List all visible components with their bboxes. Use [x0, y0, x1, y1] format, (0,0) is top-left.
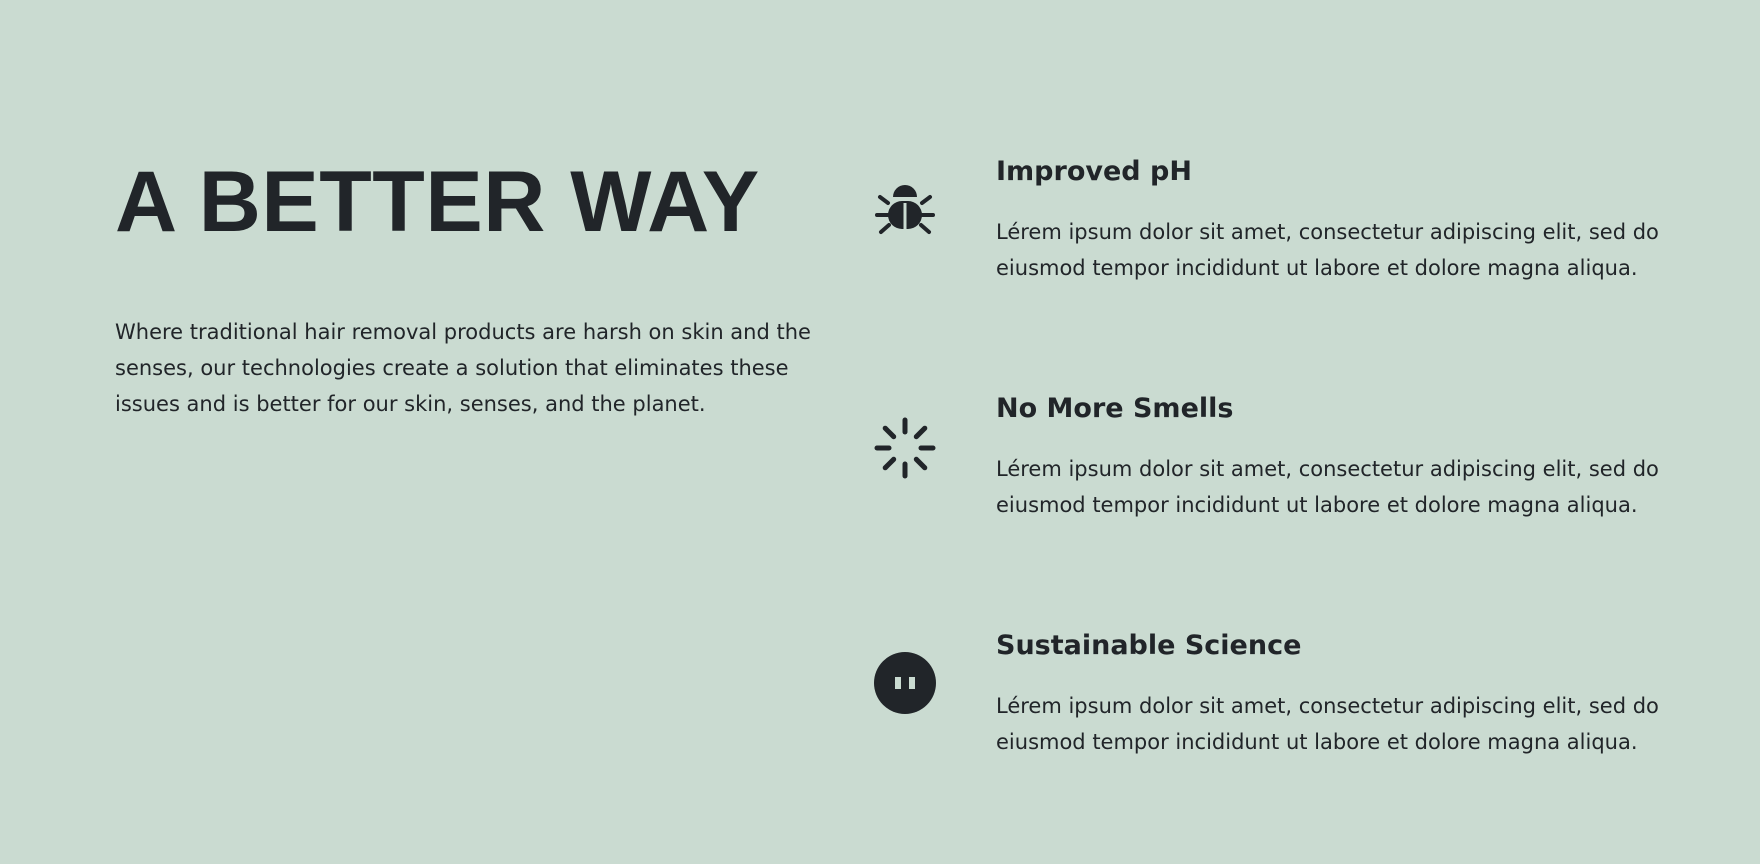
- plug-icon: [873, 651, 937, 715]
- page-title: A BETTER WAY: [115, 154, 760, 250]
- better-way-section: A BETTER WAY Where traditional hair remo…: [0, 0, 1760, 864]
- feature-title: Sustainable Science: [996, 630, 1302, 661]
- bug-icon: [873, 175, 937, 239]
- feature-title: No More Smells: [996, 393, 1234, 424]
- feature-text: Lérem ipsum dolor sit amet, consectetur …: [996, 457, 1659, 517]
- feature-text: Lérem ipsum dolor sit amet, consectetur …: [996, 220, 1659, 280]
- feature-text: Lérem ipsum dolor sit amet, consectetur …: [996, 694, 1659, 754]
- loading-spinner-icon: [873, 416, 937, 480]
- hero-description: Where traditional hair removal products …: [115, 319, 811, 416]
- feature-body: Improved pH Lérem ipsum dolor sit amet, …: [996, 154, 1696, 286]
- feature-body: Sustainable Science Lérem ipsum dolor si…: [996, 628, 1696, 760]
- hero-block: A BETTER WAY Where traditional hair remo…: [115, 155, 835, 422]
- feature-body: No More Smells Lérem ipsum dolor sit ame…: [996, 391, 1696, 523]
- feature-title: Improved pH: [996, 156, 1192, 187]
